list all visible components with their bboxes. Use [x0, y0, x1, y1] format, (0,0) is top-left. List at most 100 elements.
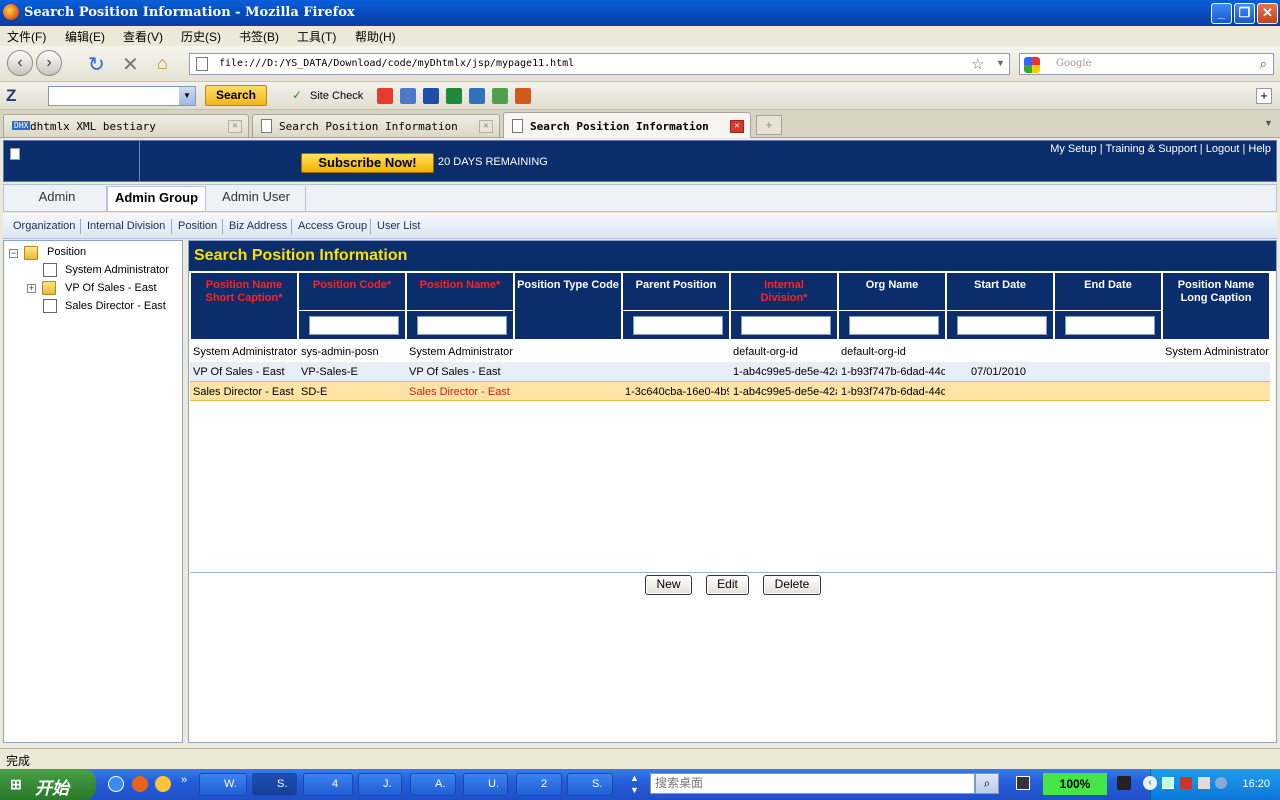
- column-header-position-code[interactable]: Position Code*: [298, 272, 406, 340]
- minimize-button[interactable]: _: [1211, 3, 1232, 24]
- tab-admin-user[interactable]: Admin User: [207, 186, 306, 211]
- column-header-end-date[interactable]: End Date: [1054, 272, 1162, 340]
- taskbar-item-4[interactable]: J.: [358, 773, 402, 796]
- menu-help[interactable]: 帮助(H): [355, 28, 396, 45]
- reload-icon[interactable]: ↻: [88, 52, 105, 77]
- collapse-toggle-icon[interactable]: −: [9, 249, 18, 258]
- tab-search-position-2[interactable]: Search Position Information ✕: [503, 112, 751, 138]
- new-button[interactable]: New: [645, 575, 692, 595]
- table-row-selected[interactable]: Sales Director - East SD-E Sales Directo…: [190, 381, 1270, 401]
- tray-app-icon[interactable]: [1180, 777, 1192, 789]
- taskbar-item-6[interactable]: U.: [463, 773, 508, 796]
- tab-admin-group[interactable]: Admin Group: [107, 186, 206, 211]
- maximize-button[interactable]: ❐: [1234, 3, 1255, 24]
- bookmark-star-icon[interactable]: ☆: [971, 55, 984, 73]
- subscribe-button[interactable]: Subscribe Now!: [301, 153, 434, 173]
- table-row[interactable]: VP Of Sales - East VP-Sales-E VP Of Sale…: [190, 362, 1270, 382]
- site-check-button[interactable]: Site Check: [310, 90, 363, 102]
- combo-arrow-icon[interactable]: ▼: [179, 87, 195, 105]
- edit-button[interactable]: Edit: [706, 575, 749, 595]
- search-icon[interactable]: ⌕: [1260, 56, 1267, 72]
- column-header-position-type[interactable]: Position Type Code: [514, 272, 622, 340]
- close-button[interactable]: ✕: [1257, 3, 1278, 24]
- addon-icon-5[interactable]: [469, 88, 485, 104]
- menu-history[interactable]: 历史(S): [181, 28, 221, 45]
- quicklaunch-icon[interactable]: [155, 776, 171, 792]
- taskbar-item-3[interactable]: 4: [303, 773, 353, 796]
- column-header-internal-division[interactable]: Internal Division*: [730, 272, 838, 340]
- tab-close-icon[interactable]: ✕: [228, 120, 242, 133]
- tree-node-root[interactable]: Position: [47, 246, 86, 258]
- filter-start-date[interactable]: [957, 316, 1047, 335]
- toolbar-search-combo[interactable]: ▼: [48, 86, 196, 106]
- new-tab-plus-icon[interactable]: +: [1256, 88, 1272, 104]
- ie-icon[interactable]: [108, 776, 124, 792]
- tray-expand-icon[interactable]: ‹: [1143, 776, 1157, 790]
- taskbar-item-2[interactable]: S.: [252, 773, 297, 796]
- tab-admin[interactable]: Admin: [8, 186, 107, 211]
- subnav-user-list[interactable]: User List: [377, 220, 420, 232]
- menu-bookmarks[interactable]: 书签(B): [239, 28, 279, 45]
- menu-view[interactable]: 查看(V): [123, 28, 163, 45]
- link-my-setup[interactable]: My Setup: [1050, 143, 1096, 155]
- quicklaunch-more-icon[interactable]: »: [181, 774, 187, 786]
- delete-button[interactable]: Delete: [763, 575, 821, 595]
- taskbar-item-1[interactable]: W.: [199, 773, 247, 796]
- taskbar-scroll-arrows-icon[interactable]: ▲ ▼: [630, 772, 639, 796]
- home-icon[interactable]: ⌂: [157, 53, 168, 74]
- zoom-indicator[interactable]: 100%: [1043, 773, 1107, 795]
- tree-node-system-administrator[interactable]: System Administrator: [65, 264, 169, 276]
- new-tab-button[interactable]: +: [756, 115, 782, 135]
- column-header-parent-position[interactable]: Parent Position: [622, 272, 730, 340]
- filter-end-date[interactable]: [1065, 316, 1155, 335]
- column-header-org-name[interactable]: Org Name: [838, 272, 946, 340]
- subnav-access-group[interactable]: Access Group: [298, 220, 367, 232]
- toolbar-search-button[interactable]: Search: [205, 85, 267, 106]
- tray-network-icon[interactable]: [1162, 777, 1174, 789]
- filter-position-code[interactable]: [309, 316, 399, 335]
- tab-search-position-1[interactable]: Search Position Information ✕: [252, 114, 500, 137]
- subnav-biz-address[interactable]: Biz Address: [229, 220, 287, 232]
- word-icon[interactable]: [423, 88, 439, 104]
- tab-dhtmlx-bestiary[interactable]: DHX dhtmlx XML bestiary ✕: [3, 114, 249, 137]
- addon-icon-2[interactable]: [400, 88, 416, 104]
- column-header-long-caption[interactable]: Position Name Long Caption: [1162, 272, 1270, 340]
- taskbar-item-8[interactable]: S.: [567, 773, 613, 796]
- table-row[interactable]: System Administrator sys-admin-posn Syst…: [190, 342, 1270, 362]
- link-help[interactable]: Help: [1248, 143, 1271, 155]
- tray-volume-icon[interactable]: [1198, 777, 1210, 789]
- menu-edit[interactable]: 编辑(E): [65, 28, 105, 45]
- dropdown-arrow-icon[interactable]: ▼: [996, 58, 1005, 68]
- link-training-support[interactable]: Training & Support: [1105, 143, 1196, 155]
- column-header-start-date[interactable]: Start Date: [946, 272, 1054, 340]
- menu-tools[interactable]: 工具(T): [297, 28, 336, 45]
- tree-node-sales-director-east[interactable]: Sales Director - East: [65, 300, 166, 312]
- link-logout[interactable]: Logout: [1206, 143, 1240, 155]
- taskbar-item-5[interactable]: A.: [410, 773, 456, 796]
- stop-icon[interactable]: ✕: [122, 52, 139, 77]
- column-header-short-caption[interactable]: Position Name Short Caption*: [190, 272, 298, 340]
- filter-org-name[interactable]: [849, 316, 939, 335]
- desktop-search-input[interactable]: 搜索桌面: [650, 773, 975, 794]
- subnav-position[interactable]: Position: [178, 220, 217, 232]
- tree-node-vp-sales-east[interactable]: VP Of Sales - East: [65, 282, 157, 294]
- web-search-box[interactable]: Google ⌕: [1019, 53, 1274, 75]
- tab-close-icon[interactable]: ✕: [479, 120, 493, 133]
- filter-position-name[interactable]: [417, 316, 507, 335]
- menu-file[interactable]: 文件(F): [7, 28, 46, 45]
- power-icon[interactable]: [1117, 776, 1131, 790]
- tab-list-arrow-icon[interactable]: ▼: [1264, 118, 1273, 128]
- subnav-organization[interactable]: Organization: [13, 220, 75, 232]
- taskbar-item-7[interactable]: 2: [516, 773, 562, 796]
- column-header-position-name[interactable]: Position Name*: [406, 272, 514, 340]
- tab-close-icon[interactable]: ✕: [730, 120, 744, 133]
- addon-icon-1[interactable]: [377, 88, 393, 104]
- url-bar[interactable]: file:///D:/YS_DATA/Download/code/myDhtml…: [189, 53, 1010, 75]
- excel-icon[interactable]: [446, 88, 462, 104]
- subnav-internal-division[interactable]: Internal Division: [87, 220, 165, 232]
- desktop-search-icon[interactable]: ⌕: [975, 773, 999, 794]
- keyboard-icon[interactable]: [1016, 776, 1030, 790]
- back-icon[interactable]: ‹: [7, 50, 33, 76]
- forward-icon[interactable]: ›: [36, 50, 62, 76]
- filter-parent-position[interactable]: [633, 316, 723, 335]
